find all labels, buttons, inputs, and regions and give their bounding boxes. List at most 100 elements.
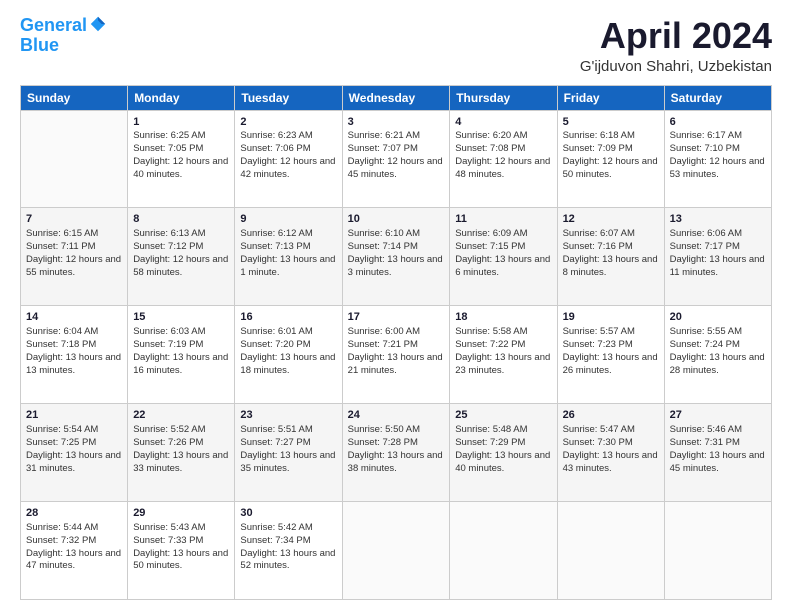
sunset-info: Sunset: 7:27 PM: [240, 437, 310, 448]
sunrise-info: Sunrise: 5:52 AM: [133, 424, 205, 435]
day-number: 8: [133, 212, 229, 227]
daylight-info: Daylight: 12 hours and 48 minutes.: [455, 156, 550, 180]
calendar-cell: 28Sunrise: 5:44 AM Sunset: 7:32 PM Dayligh…: [21, 502, 128, 600]
daylight-info: Daylight: 13 hours and 28 minutes.: [670, 352, 765, 376]
sunset-info: Sunset: 7:20 PM: [240, 339, 310, 350]
day-number: 10: [348, 212, 445, 227]
sunset-info: Sunset: 7:12 PM: [133, 241, 203, 252]
daylight-info: Daylight: 13 hours and 6 minutes.: [455, 254, 550, 278]
sunrise-info: Sunrise: 6:17 AM: [670, 130, 742, 141]
week-row-1: 1Sunrise: 6:25 AMSunset: 7:05 PMDaylight…: [21, 110, 772, 208]
sunset-info: Sunset: 7:10 PM: [670, 143, 740, 154]
col-saturday: Saturday: [664, 85, 771, 110]
daylight-info: Daylight: 13 hours and 38 minutes.: [348, 450, 443, 474]
col-tuesday: Tuesday: [235, 85, 342, 110]
day-number: 22: [133, 408, 229, 423]
calendar-cell: 23Sunrise: 5:51 AMSunset: 7:27 PMDayligh…: [235, 404, 342, 502]
sunset-info: Sunset: 7:32 PM: [26, 535, 96, 546]
daylight-info: Daylight: 13 hours and 52 minutes.: [240, 548, 335, 572]
day-number: 19: [563, 310, 659, 325]
calendar-cell: 5Sunrise: 6:18 AMSunset: 7:09 PMDaylight…: [557, 110, 664, 208]
day-number: 18: [455, 310, 551, 325]
calendar-cell: 1Sunrise: 6:25 AMSunset: 7:05 PMDaylight…: [128, 110, 235, 208]
sunset-info: Sunset: 7:09 PM: [563, 143, 633, 154]
calendar-cell: 16Sunrise: 6:01 AMSunset: 7:20 PMDayligh…: [235, 306, 342, 404]
day-number: 6: [670, 115, 766, 130]
sunrise-info: Sunrise: 5:44 AM: [26, 522, 98, 533]
day-number: 21: [26, 408, 122, 423]
sunrise-info: Sunrise: 5:58 AM: [455, 326, 527, 337]
day-number: 24: [348, 408, 445, 423]
calendar-cell: 17Sunrise: 6:00 AMSunset: 7:21 PMDayligh…: [342, 306, 450, 404]
sunrise-info: Sunrise: 5:54 AM: [26, 424, 98, 435]
sunset-info: Sunset: 7:11 PM: [26, 241, 96, 252]
sunset-info: Sunset: 7:22 PM: [455, 339, 525, 350]
sunset-info: Sunset: 7:08 PM: [455, 143, 525, 154]
sunset-info: Sunset: 7:18 PM: [26, 339, 96, 350]
sunrise-info: Sunrise: 6:25 AM: [133, 130, 205, 141]
sunrise-info: Sunrise: 5:55 AM: [670, 326, 742, 337]
day-number: 30: [240, 506, 336, 521]
daylight-info: Daylight: 13 hours and 47 minutes.: [26, 548, 121, 572]
day-number: 15: [133, 310, 229, 325]
sunrise-info: Sunrise: 5:46 AM: [670, 424, 742, 435]
sunrise-info: Sunrise: 5:43 AM: [133, 522, 205, 533]
calendar-cell: 27Sunrise: 5:46 AMSunset: 7:31 PMDayligh…: [664, 404, 771, 502]
week-row-4: 21Sunrise: 5:54 AM Sunset: 7:25 PM Dayligh…: [21, 404, 772, 502]
daylight-info: Daylight: 12 hours and 40 minutes.: [133, 156, 228, 180]
sunset-info: Sunset: 7:24 PM: [670, 339, 740, 350]
daylight-info: Daylight: 13 hours and 1 minute.: [240, 254, 335, 278]
calendar-cell: [450, 502, 557, 600]
calendar-cell: 25Sunrise: 5:48 AMSunset: 7:29 PMDayligh…: [450, 404, 557, 502]
calendar-cell: 10Sunrise: 6:10 AMSunset: 7:14 PMDayligh…: [342, 208, 450, 306]
sunset-info: Sunset: 7:29 PM: [455, 437, 525, 448]
logo: General Blue: [20, 16, 107, 56]
sunrise-info: Sunrise: 6:21 AM: [348, 130, 420, 141]
sunrise-info: Sunrise: 6:23 AM: [240, 130, 312, 141]
day-number: 29: [133, 506, 229, 521]
calendar-cell: 14Sunrise: 6:04 AMSunset: 7:18 PMDayligh…: [21, 306, 128, 404]
daylight-info: Daylight: 13 hours and 26 minutes.: [563, 352, 658, 376]
logo-text-line1: General: [20, 16, 87, 36]
sunset-info: Sunset: 7:23 PM: [563, 339, 633, 350]
col-sunday: Sunday: [21, 85, 128, 110]
calendar-cell: 19Sunrise: 5:57 AM Sunset: 7:23 PM Dayligh…: [557, 306, 664, 404]
sunrise-info: Sunrise: 5:57 AM: [563, 326, 635, 337]
day-number: 4: [455, 115, 551, 130]
sunrise-info: Sunrise: 6:15 AM: [26, 228, 98, 239]
week-row-5: 28Sunrise: 5:44 AM Sunset: 7:32 PM Dayligh…: [21, 502, 772, 600]
sunrise-info: Sunrise: 6:13 AM: [133, 228, 205, 239]
calendar-cell: 20Sunrise: 5:55 AM Sunset: 7:24 PM Dayligh…: [664, 306, 771, 404]
sunrise-info: Sunrise: 6:01 AM: [240, 326, 312, 337]
day-number: 12: [563, 212, 659, 227]
calendar-cell: [664, 502, 771, 600]
sunrise-info: Sunrise: 6:03 AM: [133, 326, 205, 337]
day-number: 20: [670, 310, 766, 325]
sunrise-info: Sunrise: 6:04 AM: [26, 326, 98, 337]
daylight-info: Daylight: 12 hours and 53 minutes.: [670, 156, 765, 180]
daylight-info: Daylight: 13 hours and 11 minutes.: [670, 254, 765, 278]
sunset-info: Sunset: 7:28 PM: [348, 437, 418, 448]
day-number: 3: [348, 115, 445, 130]
sunrise-info: Sunrise: 6:12 AM: [240, 228, 312, 239]
daylight-info: Daylight: 13 hours and 35 minutes.: [240, 450, 335, 474]
calendar-cell: 15Sunrise: 6:03 AMSunset: 7:19 PMDayligh…: [128, 306, 235, 404]
sunset-info: Sunset: 7:17 PM: [670, 241, 740, 252]
daylight-info: Daylight: 13 hours and 3 minutes.: [348, 254, 443, 278]
daylight-info: Daylight: 13 hours and 50 minutes.: [133, 548, 228, 572]
week-row-3: 14Sunrise: 6:04 AMSunset: 7:18 PMDayligh…: [21, 306, 772, 404]
day-number: 17: [348, 310, 445, 325]
calendar-cell: 21Sunrise: 5:54 AMSunset: 7:25 PMDayligh…: [21, 404, 128, 502]
sunrise-info: Sunrise: 6:18 AM: [563, 130, 635, 141]
sunrise-info: Sunrise: 5:47 AM: [563, 424, 635, 435]
day-number: 7: [26, 212, 122, 227]
sunset-info: Sunset: 7:25 PM: [26, 437, 96, 448]
col-thursday: Thursday: [450, 85, 557, 110]
day-number: 23: [240, 408, 336, 423]
calendar-cell: 8Sunrise: 6:13 AMSunset: 7:12 PMDaylight…: [128, 208, 235, 306]
calendar-cell: 2Sunrise: 6:23 AMSunset: 7:06 PMDaylight…: [235, 110, 342, 208]
day-number: 2: [240, 115, 336, 130]
day-number: 28: [26, 506, 122, 521]
day-number: 16: [240, 310, 336, 325]
daylight-info: Daylight: 13 hours and 43 minutes.: [563, 450, 658, 474]
